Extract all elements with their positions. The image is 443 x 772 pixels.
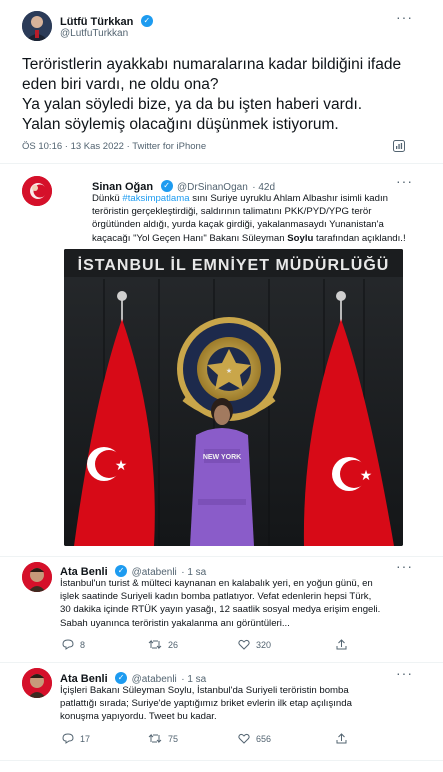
verified-badge-icon: ✓ — [160, 179, 173, 192]
retweet-icon — [148, 733, 162, 744]
svg-text:NEW YORK: NEW YORK — [203, 454, 241, 461]
share-icon — [336, 639, 347, 650]
divider — [0, 163, 443, 164]
reply-text: İstanbul'un turist & mülteci kaynanan en… — [60, 578, 381, 629]
verified-badge-icon: ✓ — [140, 14, 153, 27]
svg-text:★: ★ — [360, 467, 373, 483]
reply-icon — [62, 733, 74, 744]
main-author-avatar[interactable] — [22, 11, 52, 41]
reply-text: İçişleri Bakanı Süleyman Soylu, İstanbul… — [60, 685, 352, 723]
analytics-icon[interactable] — [393, 139, 405, 157]
reply-author-avatar[interactable] — [22, 562, 52, 592]
tweet-meta[interactable]: ÖS 10:16 · 13 Kas 2022 · Twitter for iPh… — [22, 141, 206, 152]
share-icon — [336, 733, 347, 744]
like-button[interactable]: 656 — [238, 733, 271, 744]
verified-badge-icon: ✓ — [115, 671, 128, 684]
reply-icon — [62, 639, 74, 650]
more-icon[interactable]: ··· — [396, 9, 413, 25]
more-icon[interactable]: ··· — [396, 173, 413, 189]
share-button[interactable] — [336, 639, 347, 650]
like-button[interactable]: 320 — [238, 639, 271, 650]
more-icon[interactable]: ··· — [396, 665, 413, 681]
photo-banner-text: İSTANBUL İL EMNİYET MÜDÜRLÜĞÜ — [78, 255, 390, 274]
retweet-button[interactable]: 75 — [148, 733, 178, 744]
retweet-button[interactable]: 26 — [148, 639, 178, 650]
hashtag-link[interactable]: #taksimpatlama — [122, 193, 189, 204]
like-icon — [238, 733, 250, 744]
share-button[interactable] — [336, 733, 347, 744]
divider — [0, 662, 443, 663]
tweet-photo[interactable]: İSTANBUL İL EMNİYET MÜDÜRLÜĞÜ ★ ★ ★ NEW … — [64, 249, 403, 546]
like-icon — [238, 639, 250, 650]
retweet-icon — [148, 639, 162, 650]
divider — [0, 760, 443, 761]
svg-text:★: ★ — [226, 367, 232, 375]
main-tweet-text: Teröristlerin ayakkabı numaralarına kada… — [22, 56, 402, 133]
reply-author-avatar[interactable] — [22, 668, 52, 698]
more-icon[interactable]: ··· — [396, 558, 413, 574]
reply-button[interactable]: 17 — [62, 733, 90, 744]
main-author-handle[interactable]: @LutfuTurkkan — [60, 28, 128, 39]
quoted-author-avatar[interactable] — [22, 176, 52, 206]
divider — [0, 556, 443, 557]
verified-badge-icon: ✓ — [115, 564, 128, 577]
svg-text:★: ★ — [115, 457, 128, 473]
quoted-tweet-text: Dünkü #taksimpatlama sını Suriye uyruklu… — [92, 193, 406, 244]
main-author-name[interactable]: Lütfü Türkkan — [60, 16, 133, 28]
reply-button[interactable]: 8 — [62, 639, 85, 650]
